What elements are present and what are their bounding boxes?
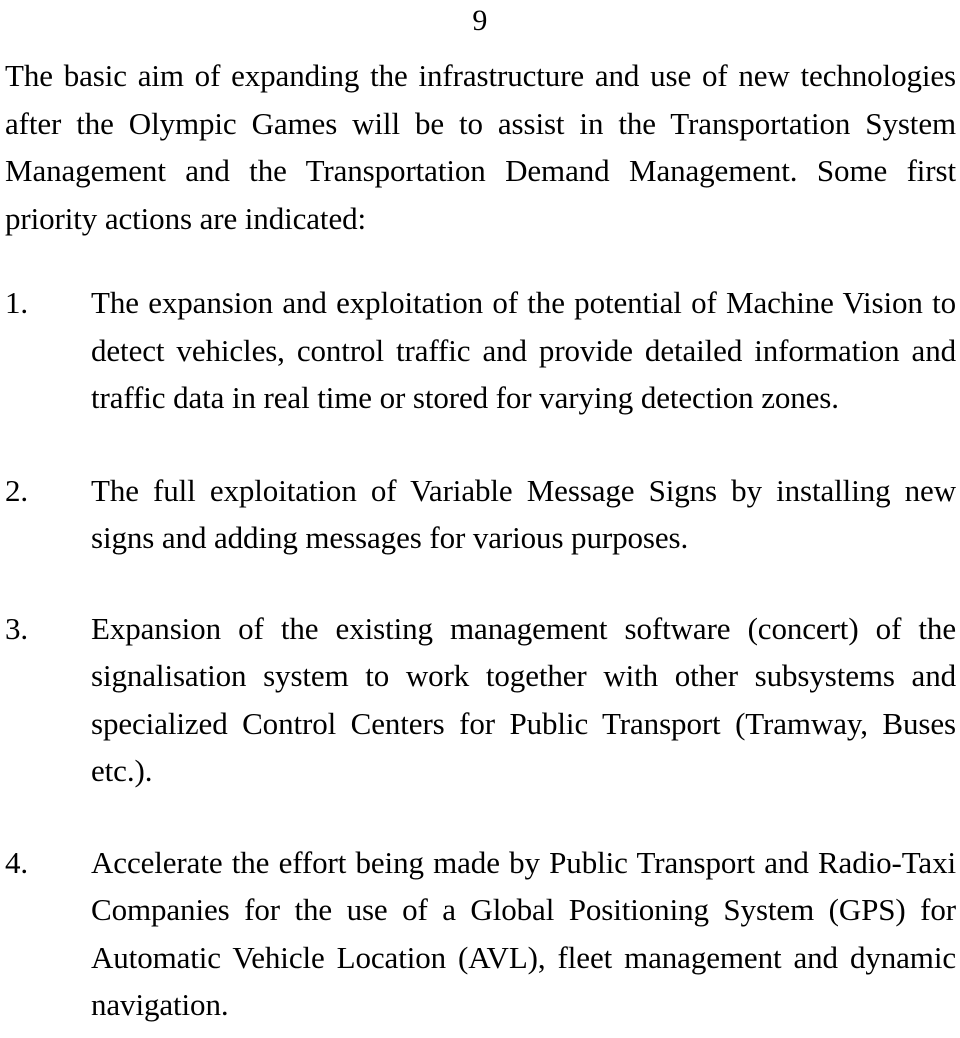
list-item-marker: 1. [5,285,29,320]
page-number: 9 [472,4,488,37]
list-item-text: The full exploitation of Variable Messag… [91,472,956,556]
page-body: The basic aim of expanding the infrastru… [5,52,956,1029]
document-page: 9 The basic aim of expanding the infrast… [0,0,960,1038]
list-item: 4. Accelerate the effort being made by P… [5,839,956,1029]
list-item-text: The expansion and exploitation of the po… [91,285,956,415]
list-item-marker: 4. [5,844,29,880]
list-item-text: Accelerate the effort being made by Publ… [91,844,956,1023]
list-item: 2. The full exploitation of Variable Mes… [5,467,956,562]
intro-paragraph: The basic aim of expanding the infrastru… [5,58,956,236]
list-item: 1. The expansion and exploitation of the… [5,279,956,422]
spacer-intro-list [5,242,956,279]
spacer-list-item [5,562,956,605]
list-item-marker: 3. [5,610,29,646]
priority-actions-list: 1. The expansion and exploitation of the… [5,279,956,1029]
spacer-list-item [5,795,956,839]
list-item: 3. Expansion of the existing management … [5,605,956,795]
spacer-list-item [5,422,956,467]
list-item-marker: 2. [5,472,29,508]
list-item-text: Expansion of the existing management sof… [91,610,956,789]
